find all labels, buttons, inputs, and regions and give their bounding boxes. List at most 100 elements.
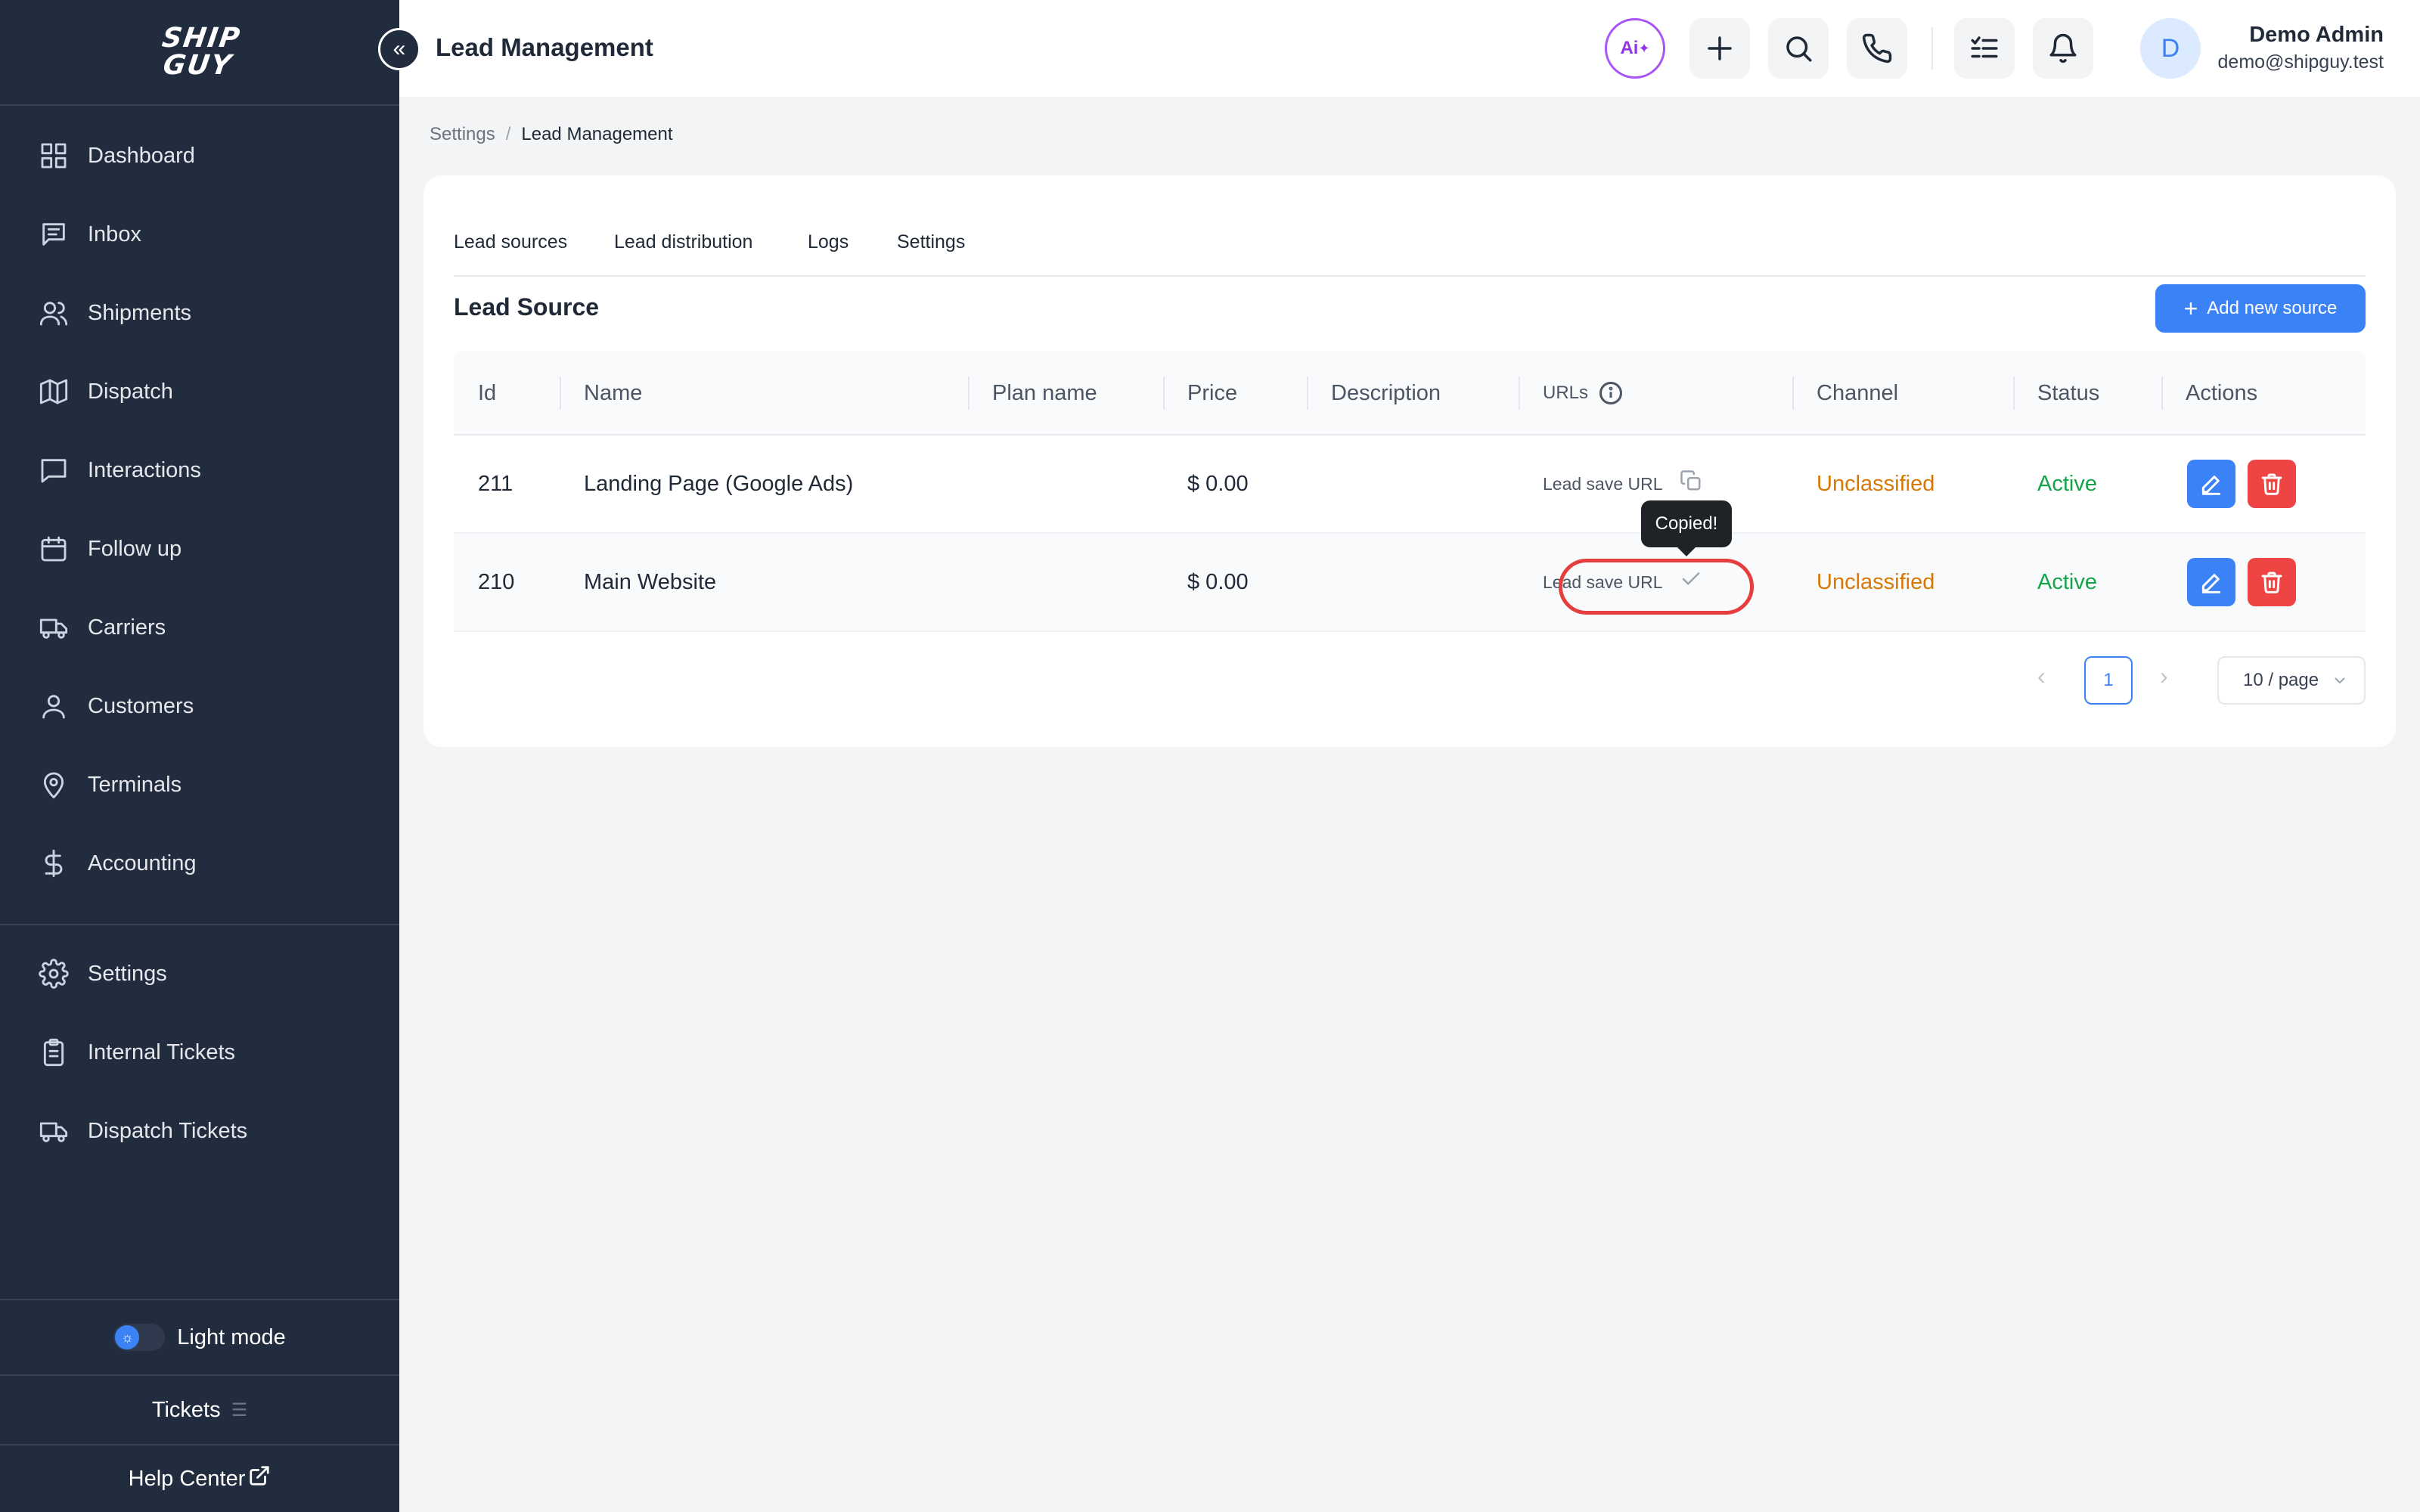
calendar-icon: [38, 533, 70, 565]
ai-label: Ai: [1620, 38, 1639, 58]
column-header-status[interactable]: Status: [2037, 351, 2099, 435]
add-button[interactable]: [1689, 18, 1750, 79]
collapse-sidebar-button[interactable]: «: [378, 28, 420, 70]
column-divider: [1519, 376, 1520, 410]
help-center-label: Help Center: [128, 1466, 246, 1491]
map-pin-icon: [38, 769, 70, 801]
column-divider: [2161, 376, 2163, 410]
cell-status: Active: [2037, 569, 2097, 594]
tab-lead-distribution[interactable]: Lead distribution: [614, 231, 752, 253]
table-row: 210 Main Website $ 0.00 Lead save URL Co…: [454, 500, 2366, 632]
sidebar-item-label: Accounting: [88, 850, 197, 875]
chevron-down-icon: [2331, 671, 2349, 695]
lead-sources-card: Lead sources Lead distribution Logs Sett…: [424, 175, 2396, 747]
lead-save-url-link[interactable]: Lead save URL: [1543, 572, 1663, 593]
column-header-name[interactable]: Name: [584, 351, 642, 435]
sidebar-item-dispatch-tickets[interactable]: Dispatch Tickets: [0, 1092, 399, 1170]
lead-save-url-link[interactable]: Lead save URL: [1543, 474, 1663, 494]
phone-button[interactable]: [1847, 18, 1907, 79]
check-icon[interactable]: [1680, 568, 1702, 596]
user-name: Demo Admin: [2249, 23, 2384, 47]
copy-icon[interactable]: [1680, 469, 1702, 498]
sidebar-item-dashboard[interactable]: Dashboard: [0, 116, 399, 195]
bell-icon: [2049, 33, 2077, 64]
cell-channel: Unclassified: [1817, 471, 1935, 496]
sidebar-divider: Settings Internal Tickets Dispatch Ticke…: [0, 924, 399, 1170]
sidebar-item-settings[interactable]: Settings: [0, 934, 399, 1013]
tasks-button[interactable]: [1954, 18, 2015, 79]
page-size-value: 10 / page: [2243, 670, 2319, 690]
logo-line-2: GUY: [161, 50, 234, 81]
sidebar-item-terminals[interactable]: Terminals: [0, 745, 399, 824]
add-new-source-button[interactable]: + Add new source: [2155, 284, 2366, 333]
chat-bubble-icon: [38, 454, 70, 486]
sidebar-item-label: Inbox: [88, 222, 141, 246]
truck-icon: [38, 612, 70, 643]
grid-icon: [38, 140, 70, 172]
clipboard-icon: [38, 1036, 70, 1068]
page-1-button[interactable]: 1: [2084, 656, 2133, 705]
plus-icon: [1708, 36, 1732, 60]
column-divider: [968, 376, 970, 410]
sidebar-item-label: Shipments: [88, 300, 192, 325]
truck-icon: [38, 1115, 70, 1147]
notifications-button[interactable]: [2033, 18, 2093, 79]
theme-mode-label: Light mode: [177, 1325, 286, 1349]
column-header-description[interactable]: Description: [1331, 351, 1441, 435]
help-center-link[interactable]: Help Center: [0, 1444, 399, 1512]
column-header-actions: Actions: [2186, 380, 2258, 405]
sidebar-item-label: Dashboard: [88, 143, 195, 168]
users-icon: [38, 297, 70, 329]
avatar[interactable]: D: [2140, 18, 2201, 79]
sidebar-item-customers[interactable]: Customers: [0, 667, 399, 745]
column-header-price[interactable]: Price: [1187, 351, 1237, 435]
ai-assistant-button[interactable]: Ai ✦: [1605, 18, 1665, 79]
column-divider: [1163, 376, 1165, 410]
sidebar-item-label: Customers: [88, 693, 194, 718]
next-page-button[interactable]: ›: [2160, 662, 2168, 690]
search-icon: [1786, 36, 1812, 62]
table-header: Id Name Plan name Price Description URLs…: [454, 351, 2366, 435]
sidebar-item-internal-tickets[interactable]: Internal Tickets: [0, 1013, 399, 1092]
column-header-plan-name[interactable]: Plan name: [992, 351, 1097, 435]
sidebar-item-follow-up[interactable]: Follow up: [0, 510, 399, 588]
tab-settings[interactable]: Settings: [897, 231, 965, 253]
sidebar-item-carriers[interactable]: Carriers: [0, 588, 399, 667]
sidebar-item-inbox[interactable]: Inbox: [0, 195, 399, 274]
logo-area: SHIP GUY: [0, 0, 399, 106]
sidebar-item-shipments[interactable]: Shipments: [0, 274, 399, 352]
user-icon: [38, 690, 70, 722]
sidebar-item-accounting[interactable]: Accounting: [0, 824, 399, 903]
cell-price: $ 0.00: [1187, 471, 1249, 496]
sidebar-item-label: Settings: [88, 961, 167, 986]
sidebar-item-label: Dispatch: [88, 379, 173, 404]
gear-icon: [38, 958, 70, 990]
info-icon[interactable]: [1597, 380, 1624, 407]
theme-toggle[interactable]: ☼: [113, 1324, 166, 1351]
logo[interactable]: SHIP GUY: [157, 23, 244, 81]
edit-button[interactable]: [2187, 460, 2235, 508]
search-button[interactable]: [1768, 18, 1829, 79]
delete-button[interactable]: [2248, 558, 2296, 606]
list-check-icon: [1971, 36, 1998, 58]
page-title: Lead Management: [436, 33, 653, 61]
sidebar-item-interactions[interactable]: Interactions: [0, 431, 399, 510]
sidebar-item-dispatch[interactable]: Dispatch: [0, 352, 399, 431]
edit-button[interactable]: [2187, 558, 2235, 606]
cell-name: Main Website: [584, 569, 717, 594]
tab-lead-sources[interactable]: Lead sources: [454, 231, 567, 253]
column-header-urls[interactable]: URLs: [1543, 351, 1624, 435]
column-divider: [2013, 376, 2015, 410]
cell-price: $ 0.00: [1187, 569, 1249, 594]
tickets-link[interactable]: Tickets ☰: [0, 1374, 399, 1444]
column-header-channel[interactable]: Channel: [1817, 351, 1898, 435]
theme-toggle-row[interactable]: ☼ Light mode: [0, 1299, 399, 1374]
prev-page-button[interactable]: ‹: [2037, 662, 2046, 690]
page-size-select[interactable]: 10 / page: [2217, 656, 2366, 705]
lead-source-table: Id Name Plan name Price Description URLs…: [454, 351, 2366, 632]
breadcrumb-parent[interactable]: Settings: [430, 124, 495, 144]
column-header-id[interactable]: Id: [478, 351, 496, 435]
breadcrumb-current: Lead Management: [521, 124, 673, 144]
tab-logs[interactable]: Logs: [808, 231, 849, 253]
delete-button[interactable]: [2248, 460, 2296, 508]
